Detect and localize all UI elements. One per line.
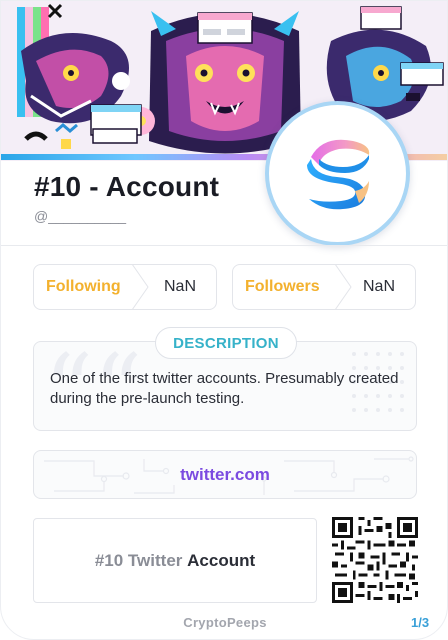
chevron-right-icon: [335, 265, 352, 309]
description-text: One of the first twitter accounts. Presu…: [50, 370, 399, 407]
followers-label: Followers: [245, 278, 320, 295]
followers-stat[interactable]: Followers NaN: [232, 264, 416, 310]
qr-code-icon[interactable]: [332, 517, 418, 603]
footer-brand: CryptoPeeps: [183, 615, 267, 630]
chevron-right-icon: [132, 265, 149, 309]
twitter-s-logo-icon: [307, 139, 370, 210]
page-indicator[interactable]: 1/3: [411, 615, 429, 630]
section-divider: [1, 245, 447, 246]
account-handle: @__________: [34, 208, 127, 224]
page-title: #10 - Account: [34, 171, 220, 202]
account-name-prefix: #10 Twitter: [94, 550, 183, 570]
account-name-suffix: Account: [187, 550, 256, 570]
website-link[interactable]: twitter.com: [180, 465, 270, 485]
following-stat[interactable]: Following NaN: [33, 264, 217, 310]
following-value: NaN: [163, 278, 196, 295]
website-link-box[interactable]: twitter.com: [33, 450, 417, 499]
account-name-card: #10 Twitter Account: [33, 518, 317, 603]
avatar: [265, 101, 410, 246]
followers-value: NaN: [362, 278, 395, 295]
following-label: Following: [46, 278, 121, 295]
description-heading: DESCRIPTION: [155, 327, 297, 359]
profile-card: #10 - Account @__________ Following NaN …: [0, 0, 448, 640]
